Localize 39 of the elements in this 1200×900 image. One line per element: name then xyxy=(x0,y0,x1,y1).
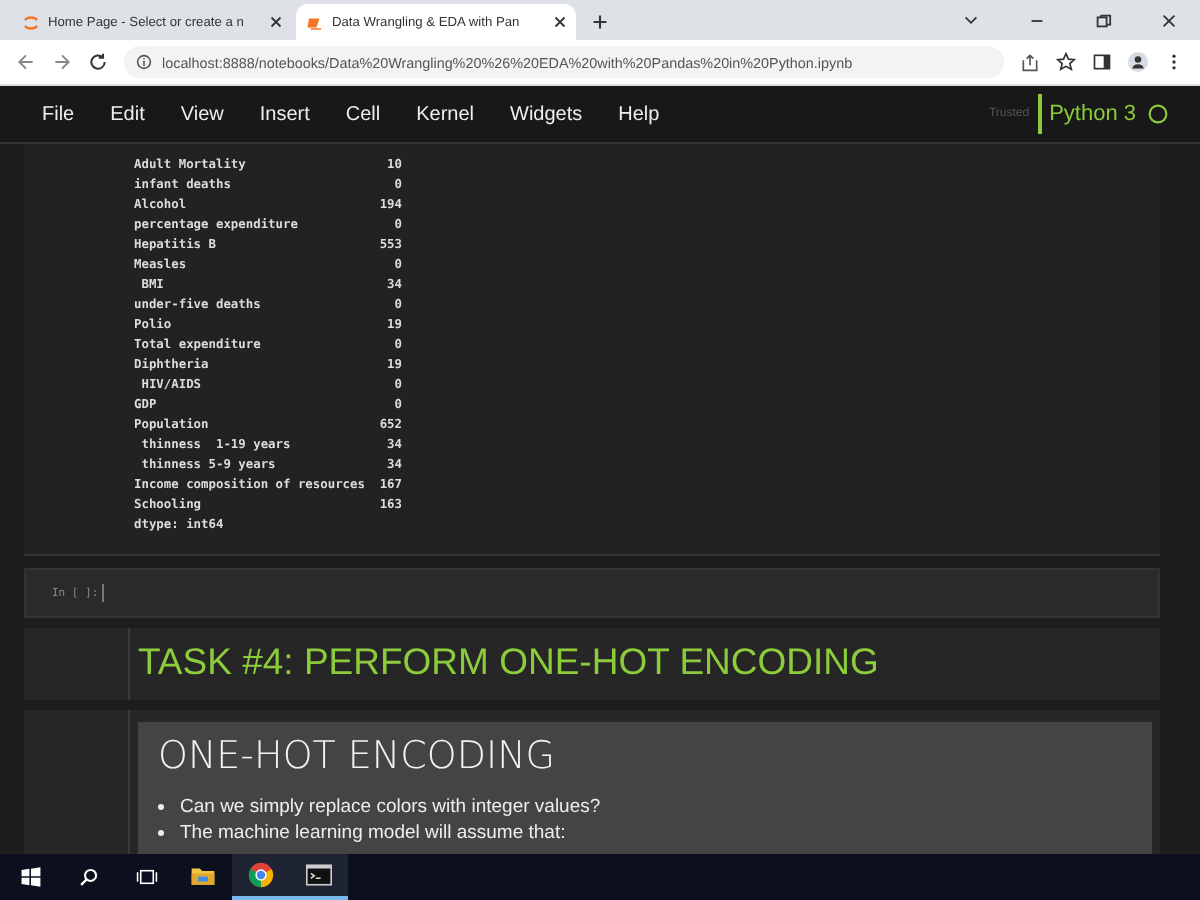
bullet-icon xyxy=(158,804,164,810)
profile-avatar-icon[interactable] xyxy=(1128,52,1148,72)
task-view-icon[interactable] xyxy=(136,866,158,888)
menu-item[interactable]: Widgets xyxy=(510,103,583,125)
section-heading: TASK #4: PERFORM ONE-HOT ENCODING xyxy=(138,640,879,682)
back-arrow-icon[interactable] xyxy=(16,52,36,72)
side-panel-icon[interactable] xyxy=(1092,52,1112,72)
menu-item[interactable]: Cell xyxy=(345,103,381,125)
kernel-name: Python 3 xyxy=(1049,102,1136,126)
menu-item[interactable]: Kernel xyxy=(416,103,475,125)
star-icon[interactable] xyxy=(1056,52,1076,72)
close-icon[interactable] xyxy=(270,16,282,28)
taskbar-app[interactable] xyxy=(290,854,348,900)
search-icon[interactable] xyxy=(78,866,100,888)
bullet-text: Can we simply replace colors with integer values? xyxy=(180,794,601,820)
slide-title: ONE-HOT ENCODING xyxy=(158,734,558,778)
terminal-icon xyxy=(306,862,332,888)
menu-item[interactable]: Edit xyxy=(110,103,145,125)
notebook-icon xyxy=(306,13,324,31)
taskbar-app[interactable] xyxy=(232,854,290,900)
windows-start-icon[interactable] xyxy=(20,866,42,888)
menu-item[interactable]: File xyxy=(42,103,75,125)
menu-item[interactable]: Insert xyxy=(259,103,310,125)
share-icon[interactable] xyxy=(1020,52,1040,72)
info-icon xyxy=(136,54,152,70)
close-icon[interactable] xyxy=(1160,12,1178,30)
menu-item[interactable]: View xyxy=(180,103,224,125)
bullet-icon xyxy=(158,830,164,836)
reload-icon[interactable] xyxy=(88,52,108,72)
chevron-down-icon[interactable] xyxy=(962,12,980,30)
jupyter-logo-icon xyxy=(22,13,40,31)
kernel-idle-icon xyxy=(1148,104,1168,124)
new-tab-icon[interactable] xyxy=(592,14,608,30)
close-icon[interactable] xyxy=(554,16,566,28)
menu-item[interactable]: Help xyxy=(618,103,660,125)
restore-icon[interactable] xyxy=(1094,12,1112,30)
bullet-text: The machine learning model will assume that: xyxy=(180,820,566,846)
forward-arrow-icon[interactable] xyxy=(52,52,72,72)
browser-logo-icon xyxy=(248,862,274,888)
